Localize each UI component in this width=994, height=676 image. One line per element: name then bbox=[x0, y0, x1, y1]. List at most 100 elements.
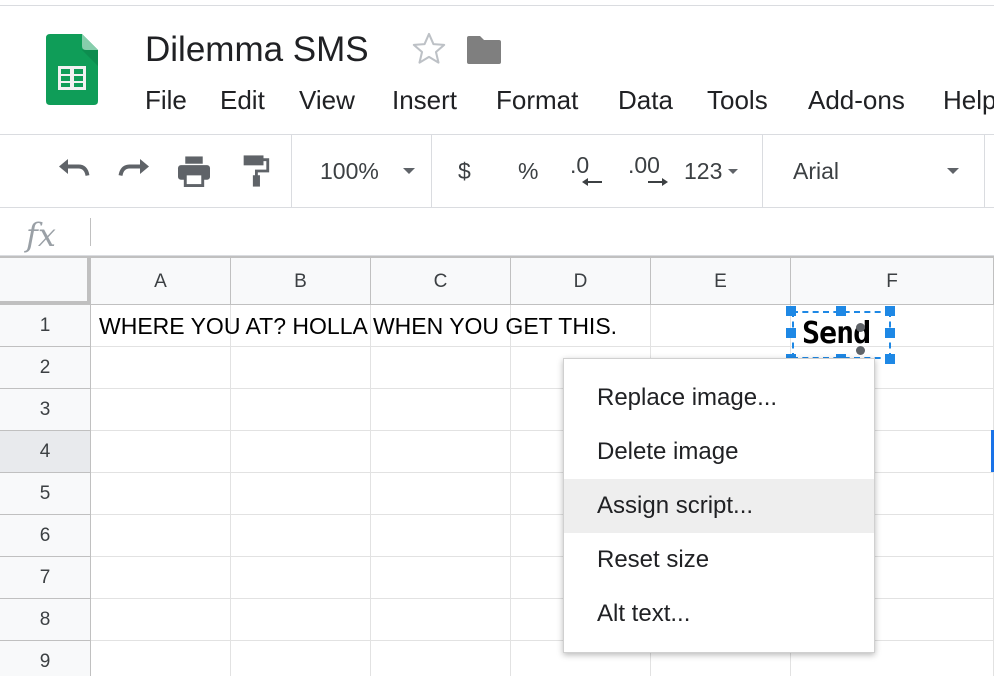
grid-cell[interactable] bbox=[371, 473, 511, 515]
currency-label: $ bbox=[458, 157, 471, 184]
chevron-down-icon bbox=[402, 168, 415, 174]
menu-insert[interactable]: Insert bbox=[392, 84, 457, 116]
menu-item-alt-text[interactable]: Alt text... bbox=[564, 587, 874, 641]
grid-cell[interactable] bbox=[371, 347, 511, 389]
toolbar-separator bbox=[984, 135, 985, 207]
zoom-select[interactable]: 100% bbox=[320, 153, 416, 189]
grid-cell[interactable] bbox=[91, 347, 231, 389]
grid-cell[interactable] bbox=[231, 389, 371, 431]
grid-cell[interactable] bbox=[91, 641, 231, 676]
row-header-1[interactable]: 1 bbox=[0, 305, 91, 347]
paint-format-button[interactable] bbox=[240, 153, 272, 189]
row-header-5[interactable]: 5 bbox=[0, 473, 91, 515]
resize-handle-ne[interactable] bbox=[885, 306, 895, 316]
grid-cell[interactable] bbox=[231, 473, 371, 515]
percent-format-button[interactable]: % bbox=[518, 153, 542, 189]
chevron-down-icon bbox=[728, 168, 739, 174]
grid-cell[interactable] bbox=[651, 305, 791, 347]
toolbar-separator bbox=[431, 135, 432, 207]
chevron-down-icon bbox=[947, 168, 959, 174]
grid-cell[interactable] bbox=[231, 599, 371, 641]
resize-handle-n[interactable] bbox=[836, 306, 846, 316]
increase-decimals-button[interactable]: .00 bbox=[628, 153, 668, 189]
image-selection-border[interactable] bbox=[792, 311, 891, 359]
decrease-decimals-label: .0 bbox=[570, 152, 590, 178]
resize-handle-w[interactable] bbox=[786, 328, 796, 338]
row-header-6[interactable]: 6 bbox=[0, 515, 91, 557]
resize-handle-e[interactable] bbox=[885, 328, 895, 338]
rotate-handle[interactable] bbox=[856, 346, 865, 355]
folder-icon[interactable] bbox=[467, 36, 501, 64]
grid-cell[interactable] bbox=[231, 347, 371, 389]
grid-cell[interactable] bbox=[371, 431, 511, 473]
undo-button[interactable] bbox=[56, 153, 92, 189]
toolbar-separator bbox=[762, 135, 763, 207]
grid-cell[interactable] bbox=[371, 389, 511, 431]
column-header-e[interactable]: E bbox=[651, 258, 791, 305]
image-context-menu: Replace image... Delete image Assign scr… bbox=[563, 358, 875, 653]
menu-data[interactable]: Data bbox=[618, 84, 673, 116]
column-header-c[interactable]: C bbox=[371, 258, 511, 305]
currency-format-button[interactable]: $ bbox=[458, 153, 482, 189]
grid-cell[interactable] bbox=[91, 473, 231, 515]
menu-item-delete-image[interactable]: Delete image bbox=[564, 425, 874, 479]
column-header-a[interactable]: A bbox=[91, 258, 231, 305]
row-header-7[interactable]: 7 bbox=[0, 557, 91, 599]
select-all-corner[interactable] bbox=[0, 258, 91, 305]
grid-cell[interactable] bbox=[371, 599, 511, 641]
menu-file[interactable]: File bbox=[145, 84, 187, 116]
sheets-logo-icon[interactable] bbox=[46, 34, 98, 105]
top-divider bbox=[0, 5, 994, 6]
fx-icon: fx bbox=[26, 216, 56, 254]
resize-handle-se[interactable] bbox=[885, 354, 895, 364]
cell-a1-text[interactable]: WHERE YOU AT? HOLLA WHEN YOU GET THIS. bbox=[99, 312, 617, 340]
redo-button[interactable] bbox=[116, 153, 152, 189]
menu-item-replace-image[interactable]: Replace image... bbox=[564, 371, 874, 425]
menu-item-reset-size[interactable]: Reset size bbox=[564, 533, 874, 587]
rotate-handle[interactable] bbox=[856, 323, 865, 332]
grid-cell[interactable] bbox=[371, 557, 511, 599]
more-formats-button[interactable]: 123 bbox=[684, 153, 748, 189]
formula-separator bbox=[90, 218, 91, 246]
grid-cell[interactable] bbox=[231, 431, 371, 473]
grid-cell[interactable] bbox=[91, 389, 231, 431]
column-header-b[interactable]: B bbox=[231, 258, 371, 305]
grid-cell[interactable] bbox=[371, 641, 511, 676]
font-name: Arial bbox=[793, 157, 840, 184]
row-header-2[interactable]: 2 bbox=[0, 347, 91, 389]
grid-cell[interactable] bbox=[91, 515, 231, 557]
document-title[interactable]: Dilemma SMS bbox=[145, 30, 369, 70]
font-select[interactable]: Arial bbox=[793, 153, 959, 189]
menu-help[interactable]: Help bbox=[943, 84, 994, 116]
arrow-right-icon bbox=[648, 178, 668, 186]
row-header-9[interactable]: 9 bbox=[0, 641, 91, 676]
grid-cell[interactable] bbox=[231, 515, 371, 557]
menu-edit[interactable]: Edit bbox=[220, 84, 265, 116]
grid-cell[interactable] bbox=[91, 599, 231, 641]
column-header-f[interactable]: F bbox=[791, 258, 994, 305]
row-header-3[interactable]: 3 bbox=[0, 389, 91, 431]
menu-addons[interactable]: Add-ons bbox=[808, 84, 905, 116]
grid-cell[interactable] bbox=[91, 557, 231, 599]
print-button[interactable] bbox=[176, 153, 212, 189]
menu-view[interactable]: View bbox=[299, 84, 355, 116]
menu-item-assign-script[interactable]: Assign script... bbox=[564, 479, 874, 533]
zoom-value: 100% bbox=[320, 157, 379, 184]
arrow-left-icon bbox=[582, 178, 602, 186]
grid-cell[interactable] bbox=[371, 515, 511, 557]
row-header-8[interactable]: 8 bbox=[0, 599, 91, 641]
formula-input[interactable] bbox=[100, 216, 980, 248]
resize-handle-nw[interactable] bbox=[786, 306, 796, 316]
star-icon[interactable] bbox=[410, 30, 448, 68]
redo-icon bbox=[118, 159, 149, 176]
formula-bar: fx bbox=[0, 208, 994, 256]
column-header-d[interactable]: D bbox=[511, 258, 651, 305]
grid-cell[interactable] bbox=[231, 557, 371, 599]
row-header-4[interactable]: 4 bbox=[0, 431, 91, 473]
print-icon bbox=[178, 156, 210, 187]
grid-cell[interactable] bbox=[231, 641, 371, 676]
menu-tools[interactable]: Tools bbox=[707, 84, 768, 116]
grid-cell[interactable] bbox=[91, 431, 231, 473]
menu-format[interactable]: Format bbox=[496, 84, 578, 116]
decrease-decimals-button[interactable]: .0 bbox=[570, 153, 606, 189]
